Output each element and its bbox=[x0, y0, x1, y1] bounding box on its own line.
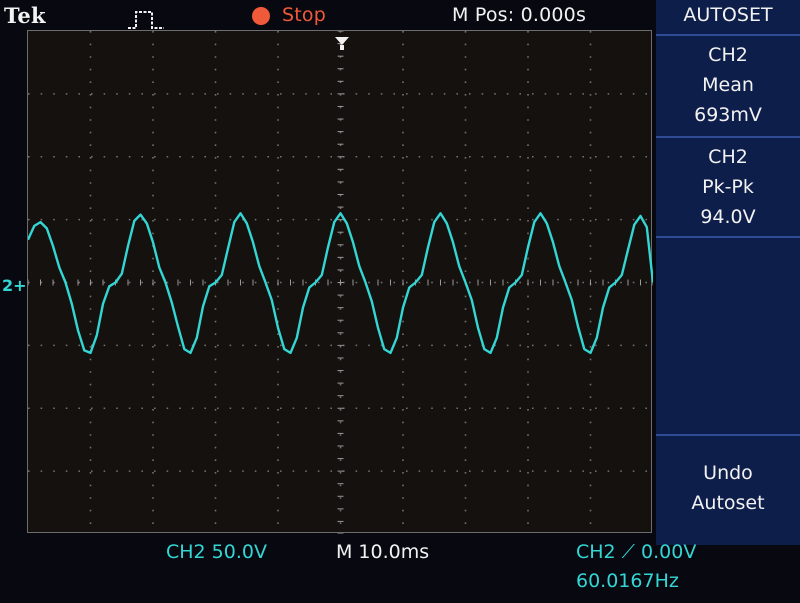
pulse-trigger-icon bbox=[128, 11, 164, 29]
ch2-mean-measurement[interactable]: CH2 Mean 693mV bbox=[656, 34, 800, 136]
waveform-display bbox=[27, 30, 653, 534]
measurement-type: Pk-Pk bbox=[702, 176, 754, 198]
measurement-type: Mean bbox=[702, 74, 754, 96]
undo-autoset-label-line2: Autoset bbox=[691, 492, 765, 514]
ch2-pk-pk-measurement[interactable]: CH2 Pk-Pk 94.0V bbox=[656, 136, 800, 236]
undo-autoset-label-line1: Undo bbox=[703, 462, 753, 484]
side-menu: AUTOSET CH2 Mean 693mV CH2 Pk-Pk 94.0V U… bbox=[656, 0, 800, 545]
oscilloscope-screen: Tek Stop M Pos: 0.000s 2+ AUTOSET CH2 Me… bbox=[0, 0, 800, 603]
brand-logo: Tek bbox=[4, 3, 46, 28]
undo-autoset-button[interactable]: Undo Autoset bbox=[656, 434, 800, 545]
stop-indicator-icon bbox=[252, 7, 270, 25]
empty-menu-slot[interactable] bbox=[656, 236, 800, 434]
graticule-grid bbox=[28, 31, 653, 534]
horizontal-position-readout: M Pos: 0.000s bbox=[452, 4, 587, 26]
timebase-readout: M 10.0ms bbox=[336, 541, 430, 563]
channel-scale-readout: CH2 50.0V bbox=[166, 541, 267, 563]
trigger-position-icon bbox=[335, 37, 349, 50]
frequency-readout: 60.0167Hz bbox=[576, 570, 679, 592]
run-state-label: Stop bbox=[282, 4, 326, 26]
measurement-value: 94.0V bbox=[700, 206, 756, 228]
channel-2-ground-marker: 2+ bbox=[2, 276, 27, 295]
trigger-readout: CH2 ⟋ 0.00V bbox=[576, 541, 697, 563]
measurement-source: CH2 bbox=[708, 44, 748, 66]
measurement-source: CH2 bbox=[708, 146, 748, 168]
measurement-value: 693mV bbox=[694, 104, 762, 126]
menu-title: AUTOSET bbox=[683, 4, 773, 26]
